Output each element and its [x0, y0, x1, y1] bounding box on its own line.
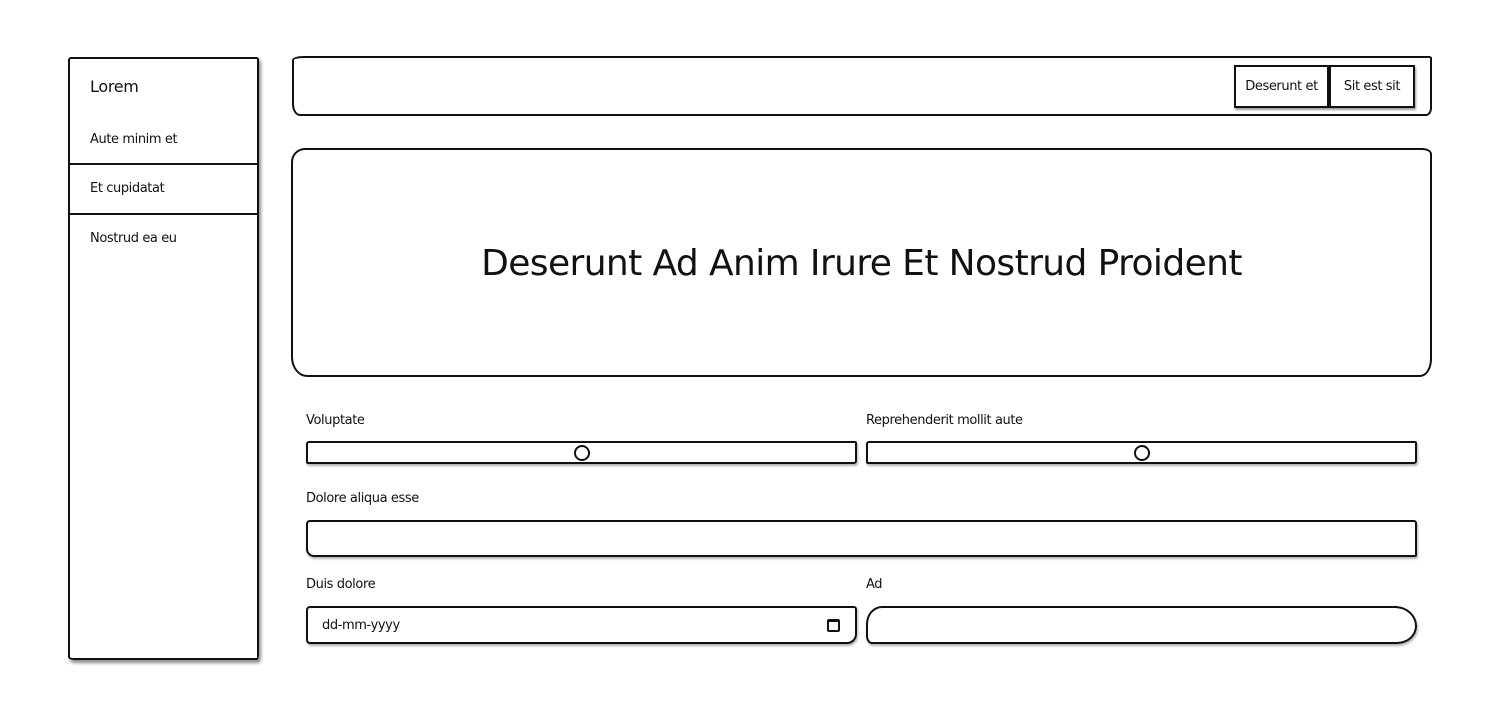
- header-bar: Deserunt et Sit est sit: [292, 56, 1432, 116]
- date-placeholder: dd-mm-yyyy: [322, 617, 400, 633]
- voluptate-slider[interactable]: [306, 441, 857, 464]
- sidebar-title: Lorem: [90, 77, 139, 96]
- ad-input[interactable]: [866, 606, 1417, 644]
- sidebar-item-label: Aute minim et: [90, 132, 178, 147]
- dolore-aliqua-esse-input[interactable]: [306, 520, 1417, 557]
- sidebar-item-nostrud-ea-eu[interactable]: Nostrud ea eu: [70, 215, 257, 265]
- sidebar-item-aute-minim-et[interactable]: Aute minim et: [70, 123, 257, 165]
- sidebar-item-label: Nostrud ea eu: [90, 231, 177, 246]
- slider-thumb[interactable]: [573, 445, 590, 461]
- reprehenderit-mollit-aute-label: Reprehenderit mollit aute: [866, 413, 1023, 428]
- deserunt-et-button[interactable]: Deserunt et: [1234, 65, 1329, 108]
- duis-dolore-date-input[interactable]: dd-mm-yyyy: [306, 606, 857, 644]
- ad-label: Ad: [866, 577, 883, 592]
- slider-thumb[interactable]: [1133, 445, 1150, 461]
- duis-dolore-label: Duis dolore: [306, 577, 376, 592]
- sit-est-sit-button[interactable]: Sit est sit: [1329, 65, 1415, 108]
- sidebar-item-et-cupidatat[interactable]: Et cupidatat: [70, 165, 257, 215]
- sidebar-item-label: Et cupidatat: [90, 181, 165, 196]
- page-title: Deserunt Ad Anim Irure Et Nostrud Proide…: [481, 243, 1242, 284]
- hero-banner: Deserunt Ad Anim Irure Et Nostrud Proide…: [291, 148, 1432, 377]
- calendar-icon[interactable]: [827, 619, 840, 632]
- voluptate-label: Voluptate: [306, 413, 365, 428]
- dolore-aliqua-esse-label: Dolore aliqua esse: [306, 491, 419, 506]
- sidebar: Lorem Aute minim et Et cupidatat Nostrud…: [68, 57, 259, 660]
- reprehenderit-mollit-aute-slider[interactable]: [866, 441, 1417, 464]
